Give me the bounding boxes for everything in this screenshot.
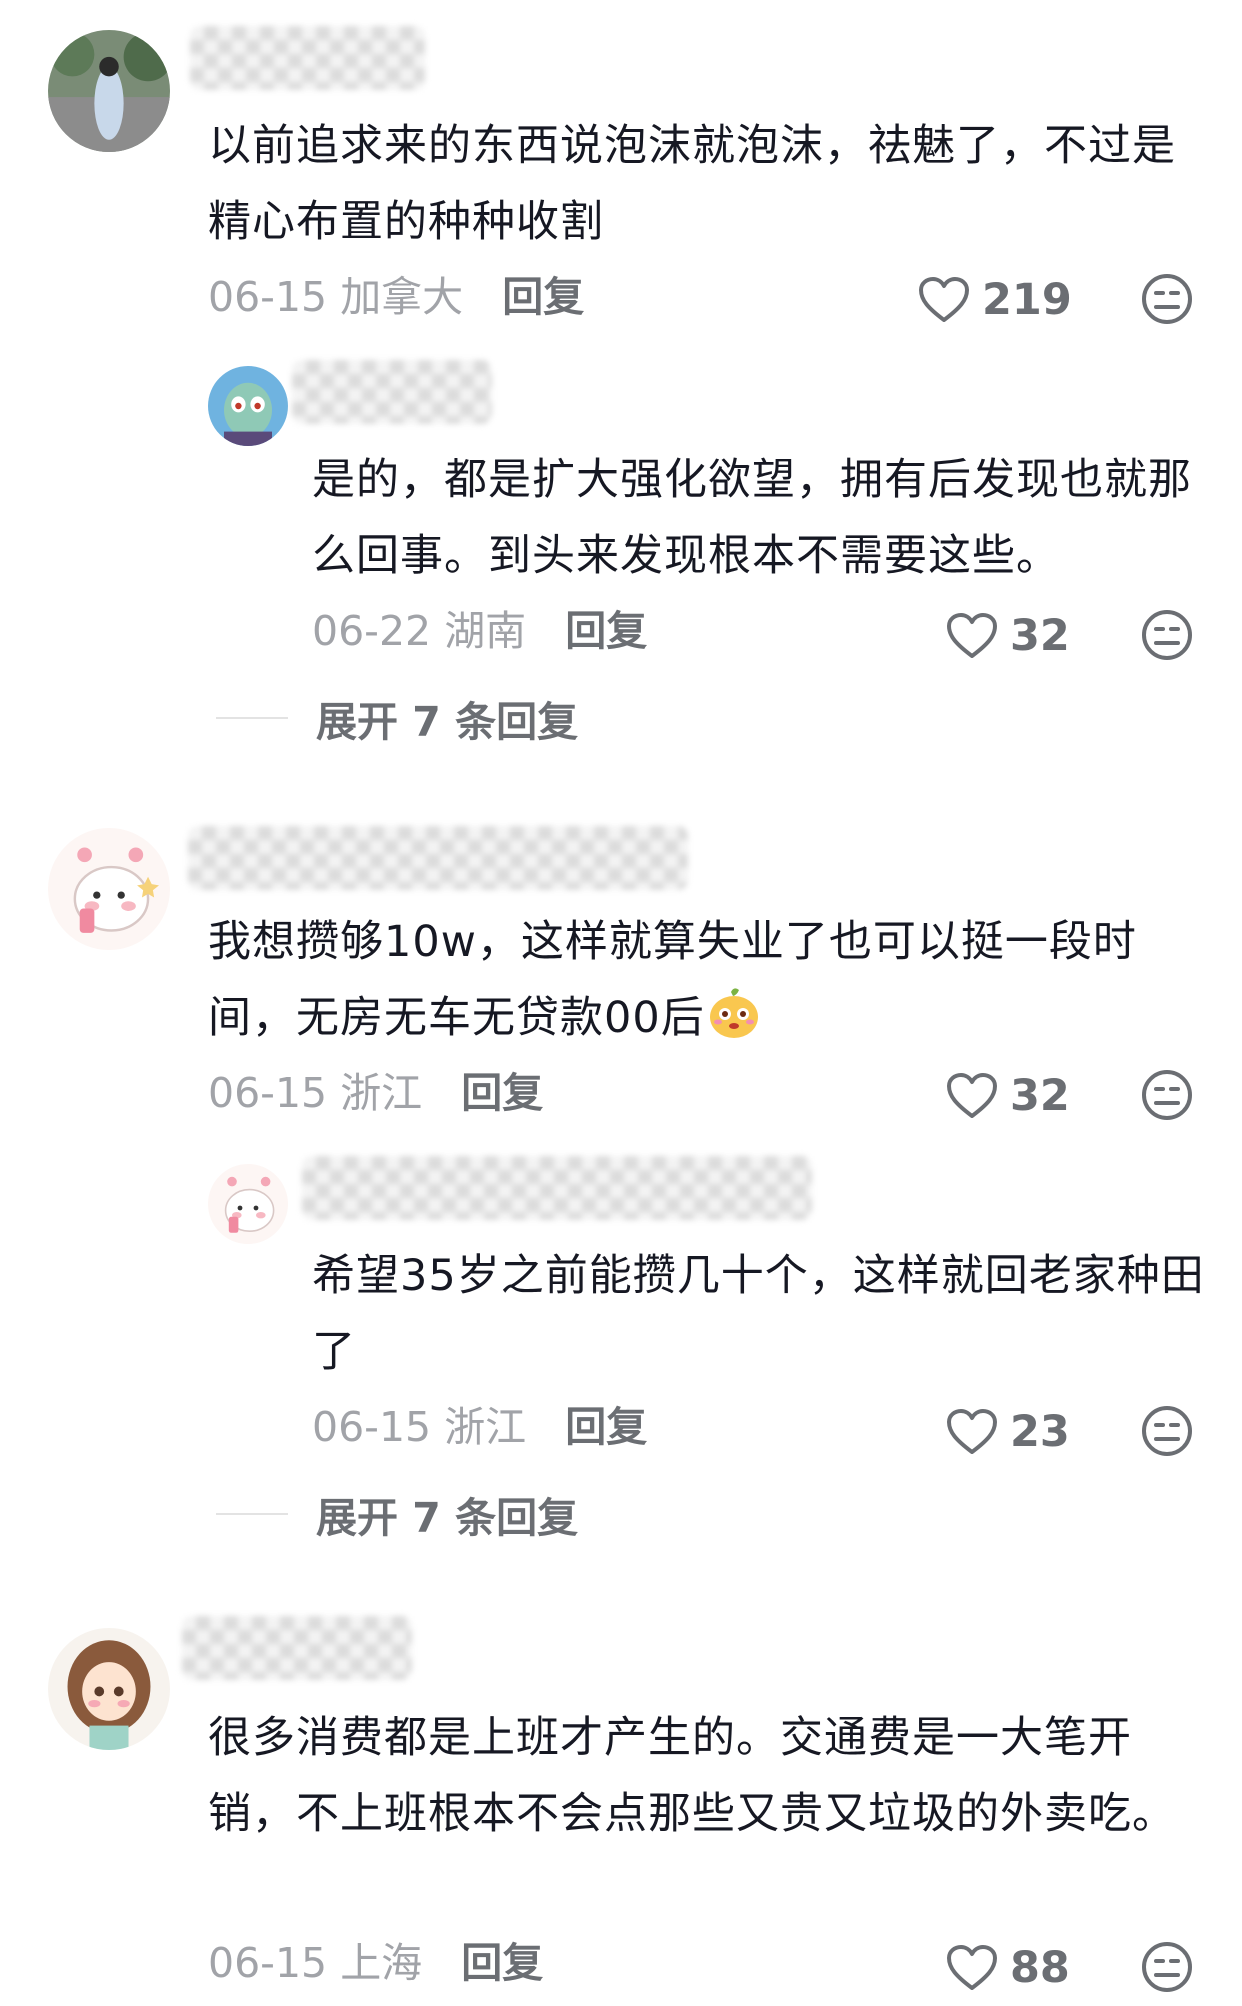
reply-location: 湖南 bbox=[444, 607, 527, 655]
reply-username-redacted[interactable] bbox=[302, 1156, 812, 1220]
like-count: 32 bbox=[1010, 611, 1070, 661]
comment-meta: 06-15 浙江 回复 bbox=[208, 1068, 543, 1118]
divider-line bbox=[216, 1513, 288, 1515]
like-count: 219 bbox=[982, 275, 1072, 325]
reply-date: 06-22 bbox=[312, 607, 432, 655]
reply-meta: 06-15 浙江 回复 bbox=[312, 1402, 647, 1452]
meh-face-icon[interactable] bbox=[1140, 608, 1194, 662]
cute-mascot-emoji bbox=[709, 988, 758, 1038]
like-button[interactable]: 88 bbox=[946, 1940, 1070, 1996]
meh-face-icon[interactable] bbox=[1140, 1068, 1194, 1122]
comment-date: 06-15 bbox=[208, 1939, 328, 1987]
username-redacted[interactable] bbox=[188, 826, 688, 890]
reply-username-redacted[interactable] bbox=[292, 360, 492, 424]
like-button[interactable]: 32 bbox=[946, 608, 1070, 664]
reply-date: 06-15 bbox=[312, 1403, 432, 1451]
like-count: 88 bbox=[1010, 1943, 1070, 1993]
expand-replies-label: 展开 7 条回复 bbox=[316, 698, 579, 746]
reply-user-avatar[interactable] bbox=[208, 366, 288, 446]
comment-text: 很多消费都是上班才产生的。交通费是一大笔开销，不上班根本不会点那些又贵又垃圾的外… bbox=[208, 1713, 1176, 1839]
reply-button[interactable]: 回复 bbox=[565, 1403, 647, 1451]
reply-button[interactable]: 回复 bbox=[565, 607, 647, 655]
expand-replies-button[interactable]: 展开 7 条回复 bbox=[216, 690, 578, 746]
like-button[interactable]: 219 bbox=[918, 272, 1072, 328]
heart-outline-icon bbox=[947, 1945, 997, 1990]
comment-date: 06-15 bbox=[208, 273, 328, 321]
heart-outline-icon bbox=[947, 613, 997, 658]
like-count: 32 bbox=[1010, 1071, 1070, 1121]
comment-text-content: 我想攒够10w，这样就算失业了也可以挺一段时间，无房无车无贷款00后 bbox=[208, 917, 1137, 1043]
comment-location: 加拿大 bbox=[340, 273, 464, 321]
user-avatar[interactable] bbox=[48, 1628, 170, 1750]
expand-replies-button[interactable]: 展开 7 条回复 bbox=[216, 1486, 578, 1542]
meh-face-icon[interactable] bbox=[1140, 1940, 1194, 1994]
reply-button[interactable]: 回复 bbox=[461, 1069, 543, 1117]
user-avatar[interactable] bbox=[48, 828, 170, 950]
reply-meta: 06-22 湖南 回复 bbox=[312, 606, 647, 656]
reply-user-avatar[interactable] bbox=[208, 1164, 288, 1244]
like-count: 23 bbox=[1010, 1407, 1070, 1457]
comment-location: 浙江 bbox=[340, 1069, 423, 1117]
like-button[interactable]: 23 bbox=[946, 1404, 1070, 1460]
heart-outline-icon bbox=[947, 1409, 997, 1454]
reply-button[interactable]: 回复 bbox=[502, 273, 584, 321]
username-redacted[interactable] bbox=[182, 1616, 412, 1680]
username-redacted[interactable] bbox=[190, 26, 425, 90]
comment-meta: 06-15 上海 回复 bbox=[208, 1938, 543, 1988]
heart-outline-icon bbox=[947, 1073, 997, 1118]
reply-text: 希望35岁之前能攒几十个，这样就回老家种田了 bbox=[312, 1251, 1205, 1377]
heart-outline-icon bbox=[919, 277, 969, 322]
reply-text: 是的，都是扩大强化欲望，拥有后发现也就那么回事。到头来发现根本不需要这些。 bbox=[312, 455, 1192, 581]
comment-meta: 06-15 加拿大 回复 bbox=[208, 272, 584, 322]
reply-location: 浙江 bbox=[444, 1403, 527, 1451]
meh-face-icon[interactable] bbox=[1140, 1404, 1194, 1458]
comment-date: 06-15 bbox=[208, 1069, 328, 1117]
meh-face-icon[interactable] bbox=[1140, 272, 1194, 326]
expand-replies-label: 展开 7 条回复 bbox=[316, 1494, 579, 1542]
reply-button[interactable]: 回复 bbox=[461, 1939, 543, 1987]
user-avatar[interactable] bbox=[48, 30, 170, 152]
comment-text: 以前追求来的东西说泡沫就泡沫，祛魅了，不过是精心布置的种种收割 bbox=[208, 121, 1176, 247]
divider-line bbox=[216, 717, 288, 719]
comment-text: 我想攒够10w，这样就算失业了也可以挺一段时间，无房无车无贷款00后 bbox=[208, 904, 1188, 1056]
comment-location: 上海 bbox=[340, 1939, 423, 1987]
like-button[interactable]: 32 bbox=[946, 1068, 1070, 1124]
